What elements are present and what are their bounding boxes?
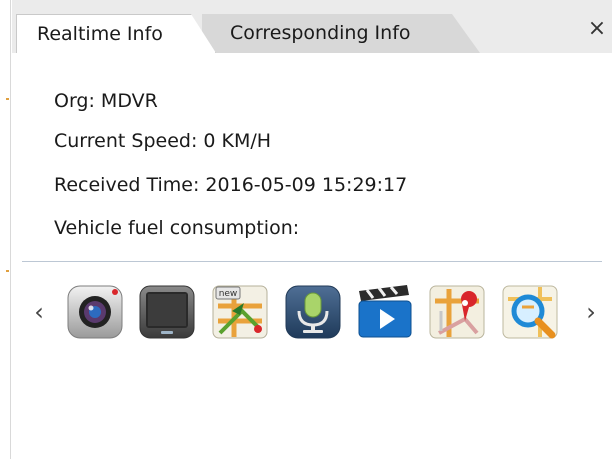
tab-realtime-info[interactable]: Realtime Info xyxy=(16,14,216,53)
map-search-icon[interactable] xyxy=(500,281,560,341)
camera-icon[interactable] xyxy=(65,281,125,341)
org-label: Org: MDVR xyxy=(54,90,158,112)
microphone-icon[interactable] xyxy=(283,281,343,341)
fuel-consumption-label: Vehicle fuel consumption: xyxy=(54,217,300,239)
info-panel: Corresponding Info Realtime Info × Org: … xyxy=(12,0,612,459)
received-time-label: Received Time: 2016-05-09 15:29:17 xyxy=(54,174,408,196)
section-divider xyxy=(22,261,602,262)
left-window-edge xyxy=(0,0,11,459)
tab-strip: Corresponding Info Realtime Info × xyxy=(12,0,612,53)
scroll-left-arrow[interactable]: ‹ xyxy=(28,292,50,332)
current-speed-label: Current Speed: 0 KM/H xyxy=(54,130,272,152)
map-pin-route-icon[interactable] xyxy=(427,281,487,341)
edge-marker xyxy=(6,270,9,272)
scroll-right-arrow[interactable]: › xyxy=(580,292,602,332)
close-button[interactable]: × xyxy=(582,12,612,46)
edge-marker xyxy=(6,98,9,100)
tab-corresponding-info[interactable]: Corresponding Info xyxy=(202,14,480,53)
new-route-map-icon[interactable]: new xyxy=(210,281,270,341)
video-playback-icon[interactable] xyxy=(355,281,415,341)
monitor-icon[interactable] xyxy=(137,281,197,341)
new-badge-text: new xyxy=(219,289,238,299)
